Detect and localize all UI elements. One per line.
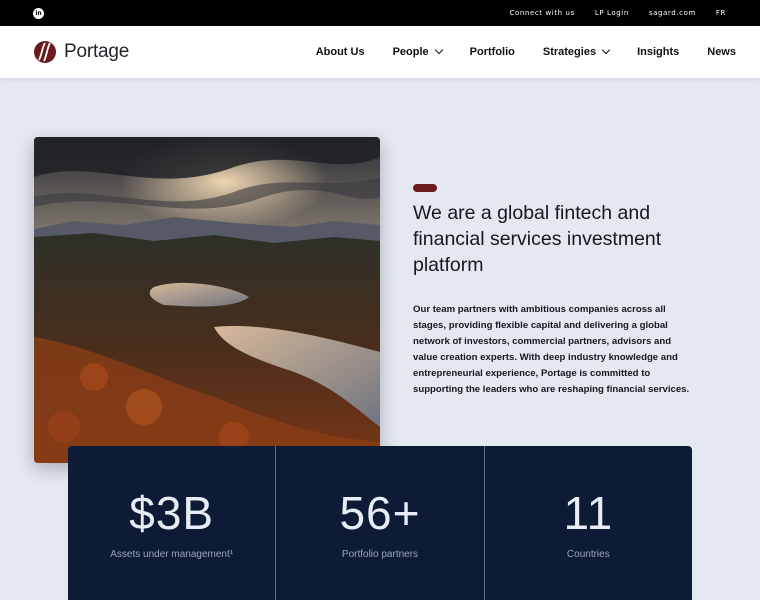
nav-about-us[interactable]: About Us <box>316 46 365 58</box>
stat-value: $3B <box>129 487 215 539</box>
nav-label: Insights <box>637 46 680 58</box>
sagard-link[interactable]: sagard.com <box>649 9 696 17</box>
nav-label: Strategies <box>542 46 597 58</box>
nav-label: News <box>707 46 736 58</box>
stats-panel: $3B Assets under management¹ 56+ Portfol… <box>68 446 692 600</box>
hero-landscape-image <box>34 137 380 463</box>
lp-login-link[interactable]: LP Login <box>595 9 629 17</box>
chevron-down-icon <box>601 45 611 55</box>
stat-value: 11 <box>563 487 614 539</box>
language-fr-link[interactable]: FR <box>716 9 726 17</box>
nav-label: About Us <box>315 46 365 58</box>
nav-label: Portfolio <box>469 46 515 58</box>
connect-link[interactable]: Connect with us <box>510 9 575 17</box>
nav-strategies[interactable]: Strategies <box>542 45 611 58</box>
nav-portfolio[interactable]: Portfolio <box>470 46 515 58</box>
main-navbar: Portage About Us People Portfolio Strate… <box>0 26 760 78</box>
primary-nav: About Us People Portfolio Strategies Ins… <box>288 26 736 78</box>
linkedin-icon[interactable]: in <box>33 8 44 19</box>
stat-assets: $3B Assets under management¹ <box>68 446 277 600</box>
stat-label: Assets under management¹ <box>110 549 234 560</box>
chevron-down-icon <box>434 45 443 55</box>
stat-label: Portfolio partners <box>341 549 419 560</box>
accent-bar <box>413 184 437 192</box>
hero-headline: We are a global fintech and financial se… <box>413 202 662 276</box>
nav-label: People <box>392 46 429 58</box>
nav-insights[interactable]: Insights <box>637 46 679 58</box>
nav-people[interactable]: People <box>392 45 443 58</box>
stat-value: 56+ <box>339 487 421 539</box>
nav-news[interactable]: News <box>707 46 736 58</box>
stat-label: Countries <box>566 549 610 560</box>
logo-wordmark: Portage <box>64 41 130 62</box>
landscape-illustration <box>34 137 380 463</box>
portage-logo-icon <box>34 41 56 63</box>
hero-body-text: Our team partners with ambitious compani… <box>413 304 690 395</box>
utility-links: Connect with us LP Login sagard.com FR <box>510 0 727 26</box>
stat-countries: 11 Countries <box>485 446 692 600</box>
portage-logo[interactable]: Portage <box>33 40 129 64</box>
top-utility-bar: in Connect with us LP Login sagard.com F… <box>0 0 760 26</box>
stat-portfolio-partners: 56+ Portfolio partners <box>276 446 485 600</box>
